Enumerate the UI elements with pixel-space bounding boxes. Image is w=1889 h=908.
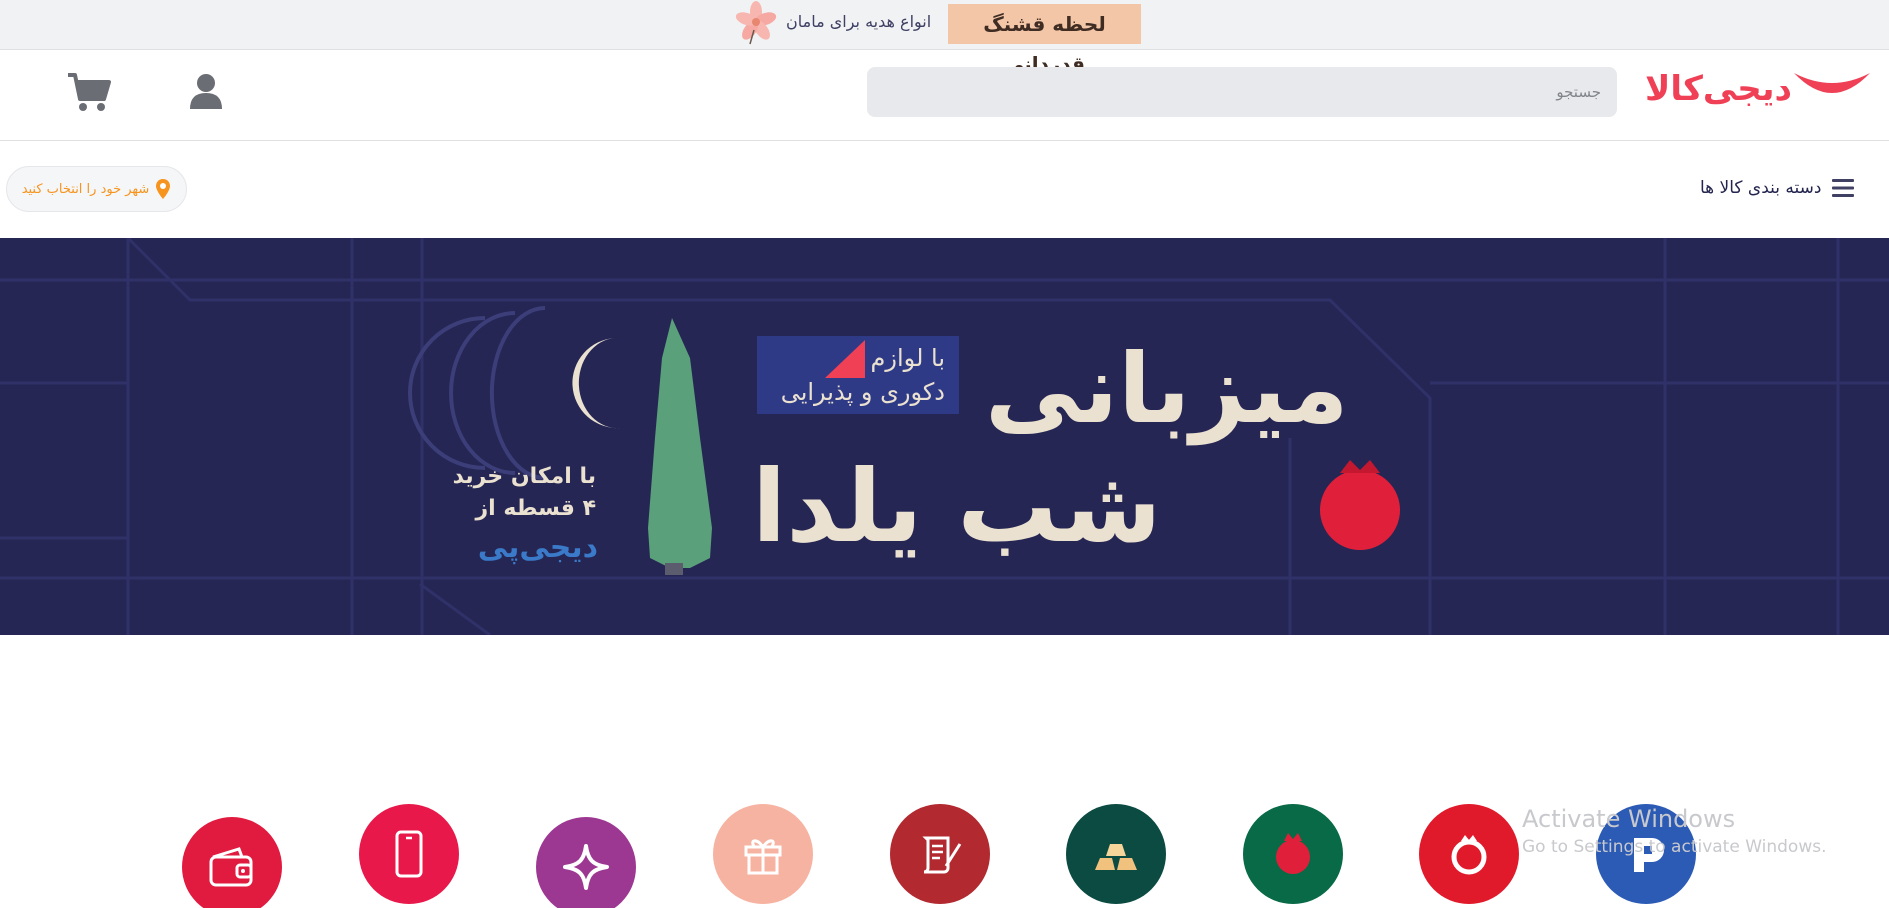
promo-strip[interactable]: لحظه قشنگ قدردانی انواع هدیه برای مامان xyxy=(0,0,1889,76)
gold-bars-icon xyxy=(1095,844,1137,870)
header: دیجی‌کالا xyxy=(0,51,1889,141)
select-city-button[interactable]: شهر خود را انتخاب کنید xyxy=(6,166,187,212)
smile-logo-icon xyxy=(1794,73,1870,93)
flower-icon xyxy=(735,1,777,45)
quick-link-pomegranate-ring[interactable] xyxy=(1419,804,1519,904)
nav-bar: دسته بندی کالا ها شهر خود را انتخاب کنید xyxy=(0,141,1889,238)
city-label: شهر خود را انتخاب کنید xyxy=(21,181,150,197)
menu-icon xyxy=(1832,179,1855,197)
categories-label: دسته بندی کالا ها xyxy=(1700,178,1822,198)
banner-title-line2: شب یلدا xyxy=(752,448,1162,565)
quick-link-pomegranate[interactable] xyxy=(1243,804,1343,904)
banner-side-brand: دیجی‌پی xyxy=(477,530,598,565)
sparkle-icon xyxy=(563,844,609,890)
wallet-icon xyxy=(209,847,253,887)
banner-tag-line1: با لوازم xyxy=(870,344,945,372)
banner-title-line1: میزبانی xyxy=(985,333,1349,445)
pomegranate-ring-icon xyxy=(1451,835,1487,875)
pomegranate-icon xyxy=(1276,833,1310,874)
hero-banner[interactable]: با لوازم دکوری و پذیرایی میزبانی شب یلدا… xyxy=(0,238,1889,635)
phone-icon xyxy=(395,830,423,878)
gift-icon xyxy=(744,839,782,875)
logo-text: دیجی‌کالا xyxy=(1645,69,1792,109)
quick-link-gift[interactable] xyxy=(713,804,813,904)
quick-link-scroll[interactable] xyxy=(890,804,990,904)
digikala-logo[interactable]: دیجی‌کالا xyxy=(1645,61,1875,121)
cart-icon[interactable] xyxy=(66,71,112,113)
location-pin-icon xyxy=(156,179,171,199)
banner-side-line2: ۴ قسطه از xyxy=(475,496,596,521)
promo-text[interactable]: انواع هدیه برای مامان xyxy=(786,12,931,31)
categories-button[interactable]: دسته بندی کالا ها xyxy=(1700,177,1855,199)
quick-link-wallet[interactable] xyxy=(182,817,282,908)
quick-link-phone[interactable] xyxy=(359,804,459,904)
promo-badge[interactable]: لحظه قشنگ قدردانی xyxy=(948,4,1141,76)
search-input[interactable] xyxy=(867,67,1617,117)
digipay-icon xyxy=(1634,838,1664,872)
user-icon[interactable] xyxy=(186,71,226,111)
scroll-quill-icon xyxy=(922,836,962,874)
banner-background xyxy=(0,238,1889,635)
banner-tag-box: با لوازم دکوری و پذیرایی xyxy=(757,336,959,414)
banner-side-line1: با امکان خرید xyxy=(452,464,596,489)
quick-links xyxy=(0,795,1889,908)
banner-tag-line2: دکوری و پذیرایی xyxy=(780,378,945,406)
quick-link-sparkle[interactable] xyxy=(536,817,636,908)
quick-link-gold[interactable] xyxy=(1066,804,1166,904)
quick-link-digipay[interactable] xyxy=(1596,804,1696,904)
